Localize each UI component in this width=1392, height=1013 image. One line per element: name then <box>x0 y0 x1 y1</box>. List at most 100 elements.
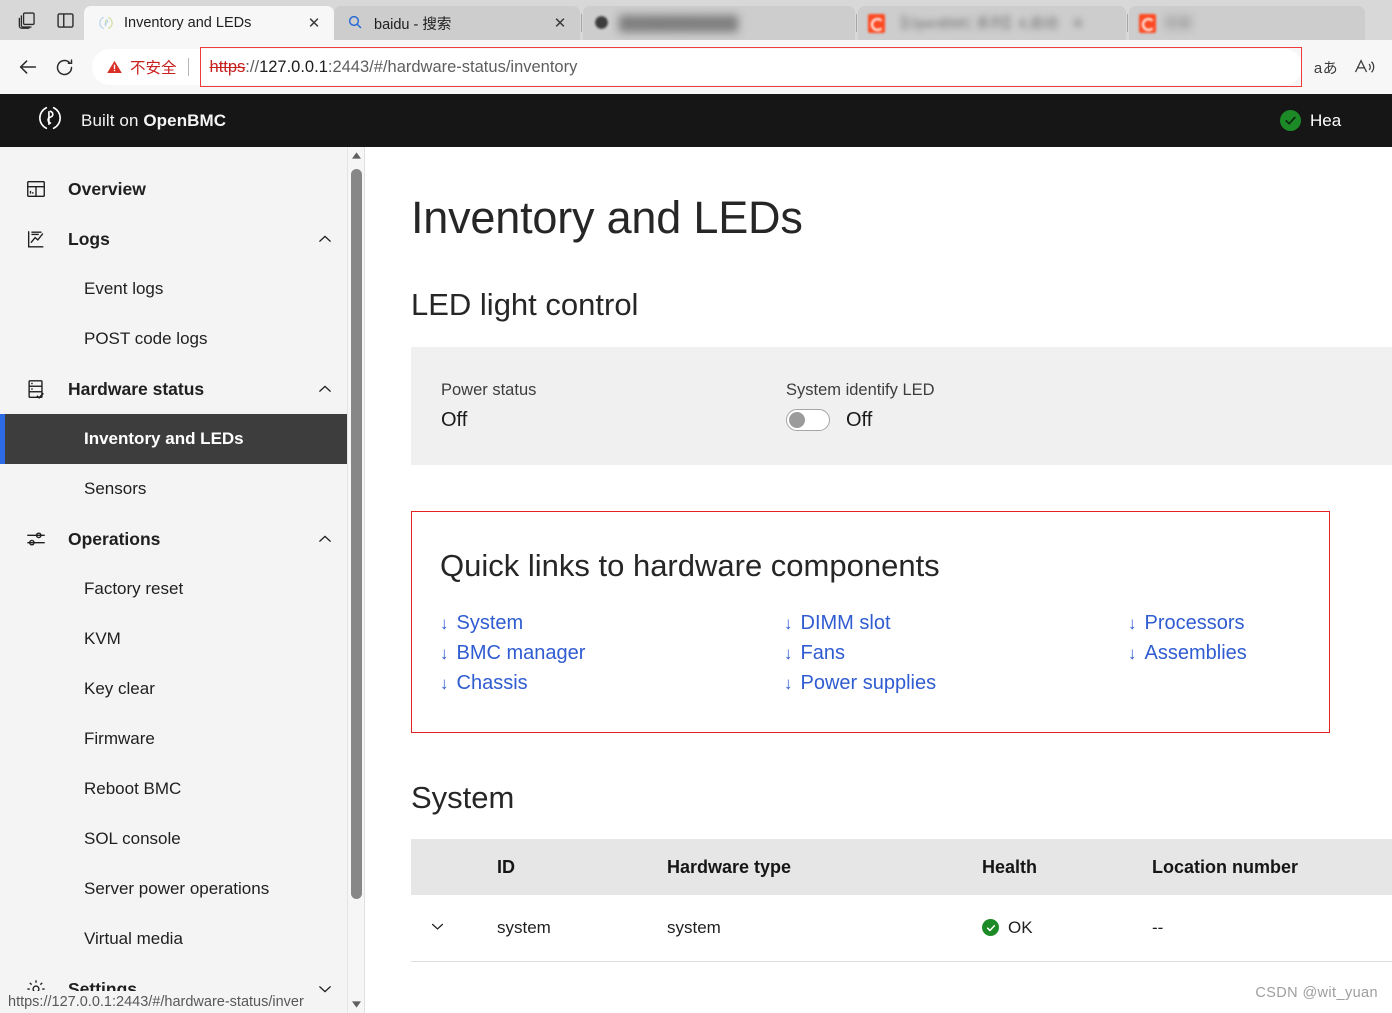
sidebar-item-key-clear[interactable]: Key clear <box>0 664 364 714</box>
system-section-heading: System <box>411 780 515 815</box>
quick-link-label: Assemblies <box>1144 642 1247 664</box>
browser-tab-baidu[interactable]: baidu - 搜索 ✕ <box>334 6 580 40</box>
quick-link-dimm-slot[interactable]: ↓ DIMM slot <box>784 608 1128 638</box>
tab-actions-icon[interactable] <box>8 3 46 37</box>
toolbar-right-actions: aあ <box>1308 49 1382 85</box>
quick-link-system[interactable]: ↓ System <box>440 608 784 638</box>
sidebar-scrollbar[interactable] <box>347 147 364 1013</box>
sidebar-item-factory-reset[interactable]: Factory reset <box>0 564 364 614</box>
table-row[interactable]: system system OK -- <box>411 895 1392 962</box>
translate-icon[interactable]: aあ <box>1308 49 1344 85</box>
chevron-up-icon[interactable] <box>316 380 334 398</box>
quick-link-assemblies[interactable]: ↓ Assemblies <box>1128 638 1329 668</box>
close-icon[interactable]: ✕ <box>1066 11 1090 35</box>
url-input[interactable]: https://127.0.0.1:2443/#/hardware-status… <box>199 47 1302 87</box>
browser-tab-redacted-3[interactable]: 答案 <box>1129 6 1365 40</box>
app-body: Overview Logs Event logs POST code logs … <box>0 147 1392 1013</box>
sidebar-item-post-code-logs[interactable]: POST code logs <box>0 314 364 364</box>
chevron-down-icon[interactable] <box>427 916 447 936</box>
sidebar-navigation: Overview Logs Event logs POST code logs … <box>0 147 365 1013</box>
url-scheme: https <box>209 57 246 76</box>
sidebar-item-label: POST code logs <box>84 329 208 348</box>
sidebar-item-label: Sensors <box>84 479 147 498</box>
quick-link-power-supplies[interactable]: ↓ Power supplies <box>784 668 1128 698</box>
sidebar-item-inventory-and-leds[interactable]: Inventory and LEDs <box>0 414 364 464</box>
sidebar-item-label: Factory reset <box>84 579 184 598</box>
down-arrow-icon: ↓ <box>1128 613 1137 633</box>
row-expand-cell[interactable] <box>411 895 481 962</box>
browser-window: Inventory and LEDs ✕ baidu - 搜索 ✕ ██████… <box>0 0 1392 1013</box>
down-arrow-icon: ↓ <box>784 673 793 693</box>
system-identify-toggle[interactable] <box>786 409 830 431</box>
openbmc-app: Built on OpenBMC Hea Overview Logs Event… <box>0 94 1392 1013</box>
toggle-knob <box>789 412 805 428</box>
chevron-down-icon[interactable] <box>316 980 334 998</box>
browser-tab-active[interactable]: Inventory and LEDs ✕ <box>84 6 334 40</box>
sidebar-item-overview[interactable]: Overview <box>0 164 364 214</box>
sidebar-item-firmware[interactable]: Firmware <box>0 714 364 764</box>
dashboard-icon <box>24 177 48 201</box>
chevron-up-icon[interactable] <box>316 530 334 548</box>
scroll-down-icon[interactable] <box>348 996 364 1013</box>
brand-name: OpenBMC <box>143 110 227 130</box>
translate-label: aあ <box>1313 59 1339 77</box>
close-icon[interactable]: ✕ <box>548 11 572 35</box>
tab-title: ████████████ <box>619 15 739 31</box>
quick-links-column-3: ↓ Processors ↓ Assemblies <box>1128 608 1329 698</box>
app-header: Built on OpenBMC Hea <box>0 94 1392 147</box>
sidebar-item-sensors[interactable]: Sensors <box>0 464 364 514</box>
system-inventory-table: ID Hardware type Health Location number <box>411 839 1392 962</box>
quick-link-label: Chassis <box>456 672 528 694</box>
header-health-status[interactable]: Hea <box>1280 110 1392 131</box>
sidebar-item-reboot-bmc[interactable]: Reboot BMC <box>0 764 364 814</box>
tab-title: 【OpenBMC 系列】4.启动 <box>893 15 1058 31</box>
sidebar-item-event-logs[interactable]: Event logs <box>0 264 364 314</box>
quick-link-processors[interactable]: ↓ Processors <box>1128 608 1329 638</box>
sidebar-item-logs[interactable]: Logs <box>0 214 364 264</box>
read-aloud-icon[interactable] <box>1346 49 1382 85</box>
sidebar-list: Overview Logs Event logs POST code logs … <box>0 147 364 1013</box>
brand-prefix: Built on <box>81 110 144 130</box>
sidebar-item-sol-console[interactable]: SOL console <box>0 814 364 864</box>
quick-link-chassis[interactable]: ↓ Chassis <box>440 668 784 698</box>
sidebar-item-kvm[interactable]: KVM <box>0 614 364 664</box>
address-bar[interactable]: 不安全 https://127.0.0.1:2443/#/hardware-st… <box>92 47 1302 87</box>
split-screen-icon[interactable] <box>46 3 84 37</box>
table-header-health: Health <box>966 839 1136 895</box>
back-icon[interactable] <box>10 49 46 85</box>
led-control-heading: LED light control <box>411 287 639 322</box>
reload-icon[interactable] <box>46 49 82 85</box>
quick-link-fans[interactable]: ↓ Fans <box>784 638 1128 668</box>
sidebar-item-label: Inventory and LEDs <box>84 429 244 448</box>
down-arrow-icon: ↓ <box>784 643 793 663</box>
warning-triangle-icon <box>106 59 123 75</box>
power-status-block: Power status Off <box>441 381 786 432</box>
down-arrow-icon: ↓ <box>1128 643 1137 663</box>
omnibox-divider <box>187 58 189 76</box>
tab-title: baidu - 搜索 <box>374 16 452 33</box>
down-arrow-icon: ↓ <box>440 673 449 693</box>
openbmc-logo-icon <box>36 104 64 137</box>
sidebar-item-hardware-status[interactable]: Hardware status <box>0 364 364 414</box>
quick-link-bmc-manager[interactable]: ↓ BMC manager <box>440 638 784 668</box>
close-icon[interactable]: ✕ <box>302 11 326 35</box>
sidebar-item-operations[interactable]: Operations <box>0 514 364 564</box>
sidebar-item-label: Operations <box>68 528 161 549</box>
tab-divider <box>581 14 582 32</box>
app-brand[interactable]: Built on OpenBMC <box>36 104 226 137</box>
browser-tab-redacted-1[interactable]: ████████████ <box>583 6 855 40</box>
chevron-up-icon[interactable] <box>316 230 334 248</box>
quick-link-label: Fans <box>800 642 845 664</box>
sidebar-item-virtual-media[interactable]: Virtual media <box>0 914 364 964</box>
row-health-label: OK <box>1008 917 1033 937</box>
tab-title: Inventory and LEDs <box>124 15 252 31</box>
quick-link-label: BMC manager <box>456 642 586 664</box>
sidebar-item-label: Key clear <box>84 679 155 698</box>
table-header-id: ID <box>481 839 651 895</box>
browser-tab-redacted-2[interactable]: 【OpenBMC 系列】4.启动 ✕ <box>858 6 1126 40</box>
browser-toolbar: 不安全 https://127.0.0.1:2443/#/hardware-st… <box>0 40 1392 94</box>
scrollbar-thumb[interactable] <box>351 169 362 899</box>
scroll-up-icon[interactable] <box>348 147 364 164</box>
sidebar-item-server-power-operations[interactable]: Server power operations <box>0 864 364 914</box>
security-warning[interactable]: 不安全 <box>106 56 177 78</box>
